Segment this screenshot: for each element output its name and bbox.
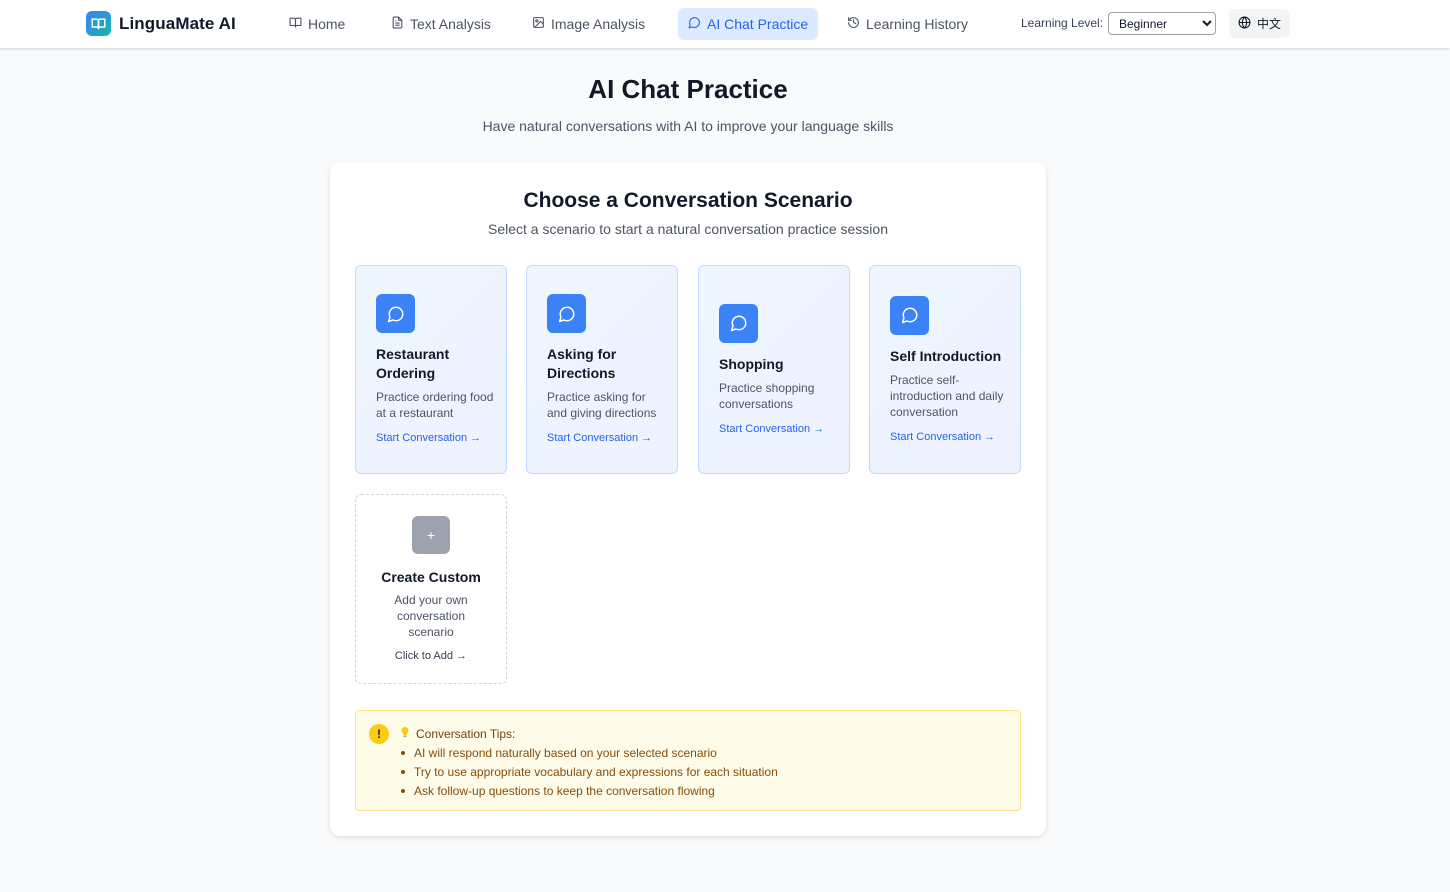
chat-bubble-icon: [547, 294, 586, 333]
start-conversation-link[interactable]: Start Conversation →: [719, 422, 837, 436]
create-custom-scenario-card[interactable]: + Create Custom Add your own conversatio…: [355, 494, 507, 684]
globe-icon: [1238, 15, 1251, 32]
nav-ai-chat-practice-label: AI Chat Practice: [707, 16, 809, 32]
book-icon: [289, 16, 302, 32]
start-conversation-link[interactable]: Start Conversation →: [376, 431, 494, 445]
nav-home[interactable]: Home: [279, 8, 355, 40]
panel-title: Choose a Conversation Scenario: [523, 189, 853, 212]
nav-image-analysis-label: Image Analysis: [551, 16, 646, 32]
chat-bubble-icon: [890, 295, 929, 335]
scenario-description: Practice ordering food at a restaurant: [376, 390, 494, 420]
chat-bubble-icon: [376, 294, 415, 333]
custom-scenario-description: Add your own conversation scenario: [394, 593, 468, 639]
warning-icon: !: [369, 724, 389, 744]
conversation-tips-box: ! Conversation Tips: AI will respond nat…: [355, 710, 1021, 811]
document-icon: [391, 16, 404, 32]
nav-learning-history[interactable]: Learning History: [837, 8, 978, 40]
language-toggle-label: 中文: [1256, 17, 1281, 31]
tip-item: Ask follow-up questions to keep the conv…: [401, 782, 778, 801]
tip-item: Try to use appropriate vocabulary and ex…: [401, 763, 778, 782]
nav-text-analysis-label: Text Analysis: [410, 16, 491, 32]
nav-image-analysis[interactable]: Image Analysis: [522, 8, 655, 40]
scenario-card-content: Shopping Practice shopping conversations…: [719, 266, 837, 473]
scenario-panel: Choose a Conversation Scenario Select a …: [330, 162, 1046, 836]
start-conversation-link[interactable]: Start Conversation →: [547, 431, 665, 445]
top-navbar: LinguaMate AI Home Text Analysis Image A…: [0, 0, 1450, 48]
scenario-card-asking-for-directions[interactable]: Asking for Directions Practice asking fo…: [526, 265, 678, 474]
tips-title: Conversation Tips:: [400, 726, 515, 741]
scenario-description: Practice shopping conversations: [719, 380, 815, 411]
scenario-card-shopping[interactable]: Shopping Practice shopping conversations…: [698, 265, 850, 474]
start-conversation-link[interactable]: Start Conversation →: [890, 430, 1008, 444]
nav-home-label: Home: [308, 16, 346, 32]
language-toggle-button[interactable]: 中文: [1229, 9, 1290, 38]
scenario-title: Self Introduction: [890, 347, 1002, 364]
history-icon: [847, 16, 860, 32]
tip-item: AI will respond naturally based on your …: [401, 744, 778, 763]
scenario-title: Restaurant Ordering: [376, 346, 450, 381]
custom-scenario-title: Create Custom: [381, 569, 481, 585]
scenario-description: Practice asking for and giving direction…: [547, 390, 657, 420]
scenario-card-content: Restaurant Ordering Practice ordering fo…: [376, 266, 494, 473]
scenario-card-restaurant-ordering[interactable]: Restaurant Ordering Practice ordering fo…: [355, 265, 507, 474]
open-book-icon: [86, 11, 111, 36]
tips-list: AI will respond naturally based on your …: [401, 744, 778, 801]
panel-subtitle: Select a scenario to start a natural con…: [488, 221, 888, 237]
scenario-title: Asking for Directions: [547, 346, 617, 381]
image-icon: [532, 16, 545, 32]
nav-learning-history-label: Learning History: [866, 16, 968, 32]
chat-bubble-icon: [719, 303, 758, 343]
nav-ai-chat-practice[interactable]: AI Chat Practice: [678, 8, 819, 40]
lightbulb-icon: [400, 726, 410, 741]
scenario-title: Shopping: [719, 355, 784, 372]
scenario-description: Practice self-introduction and daily con…: [890, 372, 1004, 419]
learning-level-label: Learning Level:: [1021, 16, 1104, 30]
scenario-card-content: Self Introduction Practice self-introduc…: [890, 266, 1008, 473]
app-name: LinguaMate AI: [119, 13, 236, 33]
tips-title-text: Conversation Tips:: [416, 726, 516, 741]
nav-text-analysis[interactable]: Text Analysis: [381, 8, 501, 40]
scenario-card-content: Asking for Directions Practice asking fo…: [547, 266, 665, 473]
learning-level-select[interactable]: Beginner: [1108, 12, 1216, 35]
chat-bubble-icon: [688, 16, 701, 32]
page-title: AI Chat Practice: [588, 74, 788, 104]
click-to-add-link[interactable]: Click to Add →: [395, 650, 467, 662]
brand[interactable]: LinguaMate AI: [86, 11, 236, 36]
scenario-card-self-introduction[interactable]: Self Introduction Practice self-introduc…: [869, 265, 1021, 474]
page-subtitle: Have natural conversations with AI to im…: [482, 118, 894, 134]
plus-icon: +: [412, 516, 450, 554]
